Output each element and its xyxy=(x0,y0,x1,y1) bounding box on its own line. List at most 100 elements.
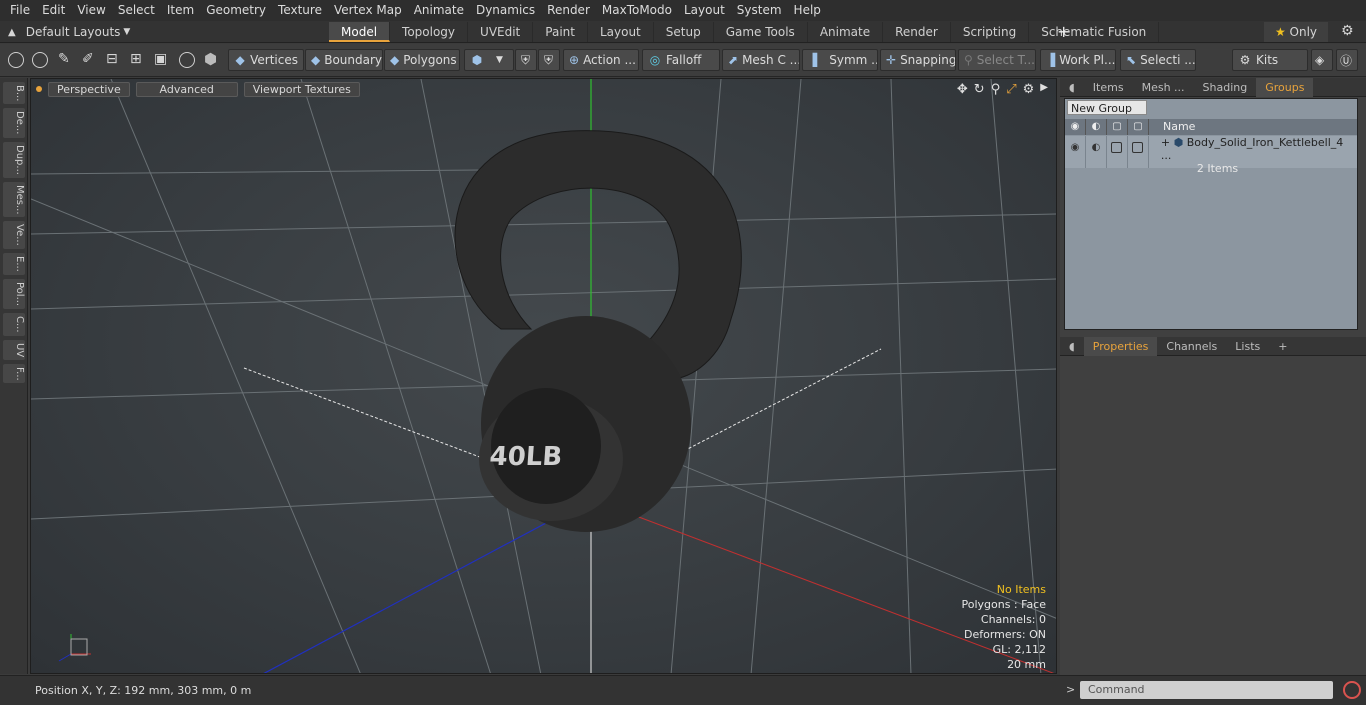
tab-schematic-fusion[interactable]: Schematic Fusion xyxy=(1029,22,1160,42)
panel-tab-1[interactable]: Mesh ... xyxy=(1133,78,1194,97)
work-plane-button[interactable]: ▐ Work Pl... xyxy=(1040,49,1116,71)
menu-item-texture[interactable]: Texture xyxy=(272,0,328,21)
menu-item-item[interactable]: Item xyxy=(161,0,200,21)
unreal-icon[interactable]: Ⓤ xyxy=(1336,49,1358,71)
eye-icon[interactable]: ◉ xyxy=(1065,119,1086,135)
menu-item-select[interactable]: Select xyxy=(112,0,161,21)
gear-icon[interactable]: ⚙ xyxy=(1341,23,1354,39)
unity-icon[interactable]: ◈ xyxy=(1311,49,1333,71)
record-icon[interactable] xyxy=(1343,681,1361,699)
layout-selector[interactable]: ▲ Default Layouts ▼ xyxy=(0,21,130,43)
left-tab-7[interactable]: C... xyxy=(3,312,25,336)
menu-item-geometry[interactable]: Geometry xyxy=(200,0,272,21)
menu-item-animate[interactable]: Animate xyxy=(408,0,470,21)
perspective-button[interactable]: Perspective xyxy=(48,81,130,97)
left-tab-5[interactable]: E... xyxy=(3,253,25,275)
pen-icon[interactable]: ✎ xyxy=(58,51,70,67)
brush-icon[interactable]: ✐ xyxy=(82,51,94,67)
shield-alt-icon[interactable]: ⛨ xyxy=(538,49,560,71)
zoom-icon[interactable]: ⚲ xyxy=(991,82,1001,97)
tab-render[interactable]: Render xyxy=(883,22,951,42)
kits-button[interactable]: ⚙ Kits xyxy=(1232,49,1308,71)
menu-item-render[interactable]: Render xyxy=(541,0,596,21)
left-tab-4[interactable]: Ve... xyxy=(3,221,25,250)
bottom-tab-2[interactable]: Lists xyxy=(1226,337,1269,356)
menu-item-system[interactable]: System xyxy=(731,0,788,21)
advanced-button[interactable]: Advanced xyxy=(135,81,238,97)
menu-item-view[interactable]: View xyxy=(71,0,111,21)
only-button[interactable]: ★ Only xyxy=(1264,22,1328,42)
move-icon[interactable]: ✥ xyxy=(957,82,968,97)
rotate-icon[interactable] xyxy=(179,52,195,68)
left-tab-8[interactable]: UV xyxy=(3,339,25,360)
maximize-icon[interactable]: ⤢ xyxy=(1006,82,1016,97)
visibility-icon[interactable]: ◉ xyxy=(1065,136,1086,168)
tab-topology[interactable]: Topology xyxy=(390,22,469,42)
menu-item-layout[interactable]: Layout xyxy=(678,0,731,21)
expand-icon[interactable]: + xyxy=(1161,136,1170,149)
lock-icon[interactable]: ▢ xyxy=(1107,119,1128,135)
left-tab-2[interactable]: Dup... xyxy=(3,141,25,178)
panel-dot-icon[interactable]: ◖ xyxy=(1060,78,1084,97)
viewport-textures-button[interactable]: Viewport Textures xyxy=(243,81,360,97)
tab-model[interactable]: Model xyxy=(329,22,391,42)
align-icon[interactable]: ⊟ xyxy=(106,51,118,67)
boundary-button[interactable]: ◆ Boundary xyxy=(305,49,383,71)
lock-checkbox[interactable] xyxy=(1111,142,1123,153)
shield-icon[interactable]: ⛨ xyxy=(515,49,537,71)
menu-item-file[interactable]: File xyxy=(0,0,36,21)
panel-tab-3[interactable]: Groups xyxy=(1256,77,1314,97)
mesh-constraint-button[interactable]: ⬈ Mesh C ... xyxy=(722,49,800,71)
add-tab-button[interactable]: + xyxy=(1057,22,1070,41)
tab-layout[interactable]: Layout xyxy=(588,22,654,42)
viewport-dot-icon[interactable] xyxy=(36,86,42,92)
select-icon[interactable]: ▢ xyxy=(1128,119,1149,135)
tab-paint[interactable]: Paint xyxy=(533,22,588,42)
tab-uvedit[interactable]: UVEdit xyxy=(468,22,534,42)
group-row[interactable]: ◉ ◐ + ⬢ Body_Solid_Iron_Kettlebell_4 ...… xyxy=(1065,136,1357,175)
globe-icon[interactable] xyxy=(32,52,48,68)
bottom-tab-1[interactable]: Channels xyxy=(1157,337,1226,356)
command-input[interactable]: Command xyxy=(1080,681,1333,699)
render-toggle-icon[interactable]: ◐ xyxy=(1086,136,1107,168)
left-tab-9[interactable]: F... xyxy=(3,363,25,384)
tab-setup[interactable]: Setup xyxy=(654,22,714,42)
transform-icon[interactable]: ⊞ xyxy=(130,51,142,67)
new-group-button[interactable]: New Group xyxy=(1067,100,1147,115)
select-circle-icon[interactable] xyxy=(8,52,24,68)
render-icon[interactable]: ◐ xyxy=(1086,119,1107,135)
panel-tab-0[interactable]: Items xyxy=(1084,78,1133,97)
bottom-tab-0[interactable]: Properties xyxy=(1083,336,1158,356)
menu-item-help[interactable]: Help xyxy=(788,0,827,21)
cube-icon[interactable]: ⬢ xyxy=(204,50,217,68)
select-checkbox[interactable] xyxy=(1132,142,1144,153)
left-tab-3[interactable]: Mes... xyxy=(3,181,25,218)
left-tab-0[interactable]: B... xyxy=(3,82,25,105)
snapping-button[interactable]: ✛ Snapping xyxy=(880,49,956,71)
tab-game-tools[interactable]: Game Tools xyxy=(714,22,808,42)
falloff-button[interactable]: ◎ Falloff xyxy=(642,49,720,71)
action-button[interactable]: ⊕ Action ... xyxy=(563,49,639,71)
add-tab-icon[interactable]: + xyxy=(1269,337,1296,356)
tab-animate[interactable]: Animate xyxy=(808,22,884,42)
box-select-icon[interactable]: ▣ xyxy=(154,51,167,67)
item-mode-button[interactable]: ⬢ ▼ xyxy=(464,49,514,71)
select-through-button[interactable]: ⚲ Select T... xyxy=(958,49,1036,71)
panel-dot-icon[interactable]: ◖ xyxy=(1060,337,1084,356)
polygons-button[interactable]: ◆ Polygons xyxy=(384,49,460,71)
menu-item-maxtomodo[interactable]: MaxToModo xyxy=(596,0,678,21)
play-arrow-icon[interactable]: ▶ xyxy=(1040,82,1048,97)
menu-item-dynamics[interactable]: Dynamics xyxy=(470,0,541,21)
viewport-3d[interactable]: 40LB Perspective Advanced Viewport Textu… xyxy=(30,78,1057,674)
left-tab-6[interactable]: Pol... xyxy=(3,278,25,309)
rotate-view-icon[interactable]: ↻ xyxy=(974,82,985,97)
menu-item-edit[interactable]: Edit xyxy=(36,0,71,21)
left-tab-1[interactable]: De... xyxy=(3,108,25,138)
panel-tab-2[interactable]: Shading xyxy=(1194,78,1257,97)
menu-item-vertex-map[interactable]: Vertex Map xyxy=(328,0,408,21)
symmetry-button[interactable]: ▐ Symm ... xyxy=(802,49,878,71)
gear-icon[interactable]: ⚙ xyxy=(1023,82,1035,97)
tab-scripting[interactable]: Scripting xyxy=(951,22,1030,42)
vertices-button[interactable]: ◆ Vertices xyxy=(228,49,304,71)
selection-sets-button[interactable]: ⬉ Selecti ... xyxy=(1120,49,1196,71)
